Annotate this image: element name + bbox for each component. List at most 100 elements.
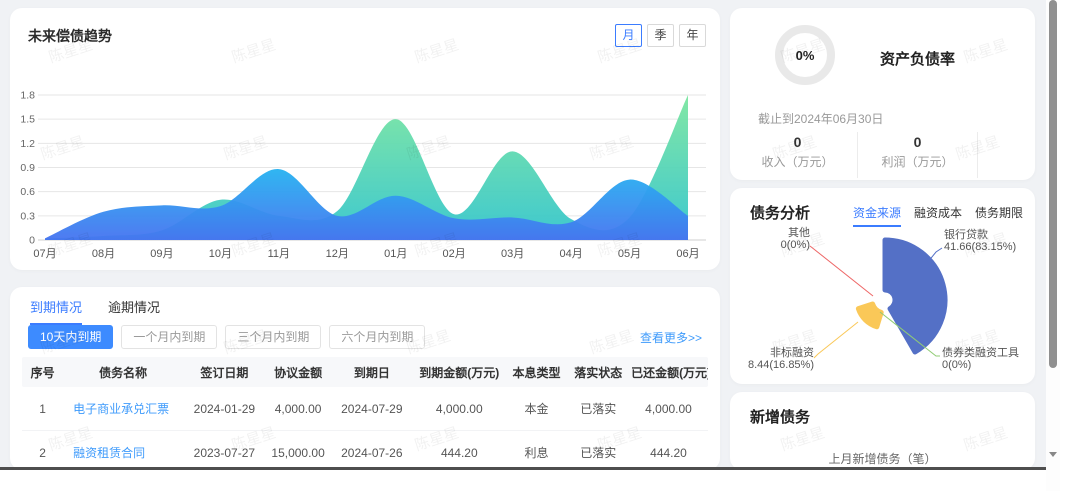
table-cell-r0-c8: 4,000.00 [629,402,708,416]
debt-table: 序号债务名称签订日期协议金额到期日到期金额(万元)本息类型落实状态已还金额(万元… [22,357,708,470]
stat-cell-0: 0收入（万元） [738,132,858,178]
column-header-5: 到期金额(万元) [413,364,506,381]
maturity-card: 到期情况逾期情况 10天内到期一个月内到期三个月内到期六个月内到期 查看更多>>… [10,287,720,470]
pie-slice-bank-loan[interactable] [885,240,945,352]
column-header-7: 落实状态 [567,364,629,381]
table-cell-r0-c1: 电子商业承兑汇票 [63,400,183,417]
filter-button-2[interactable]: 三个月内到期 [225,325,321,349]
x-axis-tick: 05月 [618,248,641,260]
ratio-title: 资产负债率 [880,48,955,69]
period-toggle-group: 月季年 [610,24,706,47]
y-axis-tick: 0 [29,235,35,247]
table-cell-r1-c6: 利息 [506,444,568,461]
column-header-0: 序号 [22,364,63,381]
pie-label-other-name: 其他 [788,226,810,239]
y-axis-tick: 0.9 [20,162,35,174]
ratio-stats-row: 0收入（万元）0利润（万元） [738,132,1046,178]
x-axis-tick: 04月 [559,248,582,260]
ratio-gauge: 0% [774,24,836,86]
new-debt-caption: 上月新增债务（笔） [730,450,1035,467]
tab-maturity-1[interactable]: 逾期情况 [108,297,160,325]
debt-name-link[interactable]: 融资租赁合同 [73,444,181,461]
view-more-link[interactable]: 查看更多>> [640,329,702,346]
dashboard-main: 未来偿债趋势 月季年 00.30.60.91.21.51.807月08月09月1… [0,0,1046,470]
y-axis-tick: 1.2 [20,138,35,150]
table-cell-r0-c6: 本金 [506,400,568,417]
y-axis-tick: 0.3 [20,210,35,222]
ratio-gauge-value: 0% [774,24,836,86]
x-axis-tick: 03月 [501,248,524,260]
filter-button-3[interactable]: 六个月内到期 [329,325,425,349]
table-row: 1电子商业承兑汇票2024-01-294,000.002024-07-294,0… [22,387,708,431]
table-cell-r1-c3: 15,000.00 [266,446,331,460]
x-axis-tick: 07月 [33,248,56,260]
x-axis-tick: 01月 [384,248,407,260]
column-header-1: 债务名称 [63,364,183,381]
pie-label-bank-loan-value: 41.66(83.15%) [944,241,1016,253]
table-cell-r0-c4: 2024-07-29 [331,402,413,416]
pie-label-bond-name: 债券类融资工具 [942,345,1019,359]
y-axis-tick: 1.8 [20,90,35,102]
table-row: 2融资租赁合同2023-07-2715,000.002024-07-26444.… [22,431,708,470]
tab-analysis-1[interactable]: 融资成本 [914,204,962,227]
scrollbar-down-arrow-icon[interactable] [1049,452,1057,457]
x-axis-tick: 12月 [326,248,349,260]
tab-maturity-0[interactable]: 到期情况 [30,297,82,325]
table-cell-r1-c7: 已落实 [567,444,629,461]
debt-name-link[interactable]: 电子商业承兑汇票 [73,400,181,417]
table-cell-r1-c4: 2024-07-26 [331,446,413,460]
table-cell-r0-c5: 4,000.00 [413,402,506,416]
table-cell-r0-c7: 已落实 [567,400,629,417]
analysis-card: 债务分析 资金来源融资成本债务期限 其他0(0%)银行贷款41.66(83.15… [730,188,1035,384]
table-cell-r1-c8: 444.20 [629,446,708,460]
period-toggle-2[interactable]: 年 [679,24,706,47]
table-header-row: 序号债务名称签订日期协议金额到期日到期金额(万元)本息类型落实状态已还金额(万元… [22,357,708,387]
pie-label-other-value: 0(0%) [781,239,810,251]
table-cell-r1-c5: 444.20 [413,446,506,460]
filter-button-0[interactable]: 10天内到期 [28,325,113,349]
stat-value: 0 [858,134,977,150]
leader-other [810,246,873,296]
column-header-3: 协议金额 [266,364,331,381]
table-cell-r0-c0: 1 [22,402,63,416]
period-toggle-0[interactable]: 月 [615,24,642,47]
ratio-card: 0% 资产负债率 截止到2024年06月30日 0收入（万元）0利润（万元） [730,8,1035,180]
x-axis-tick: 08月 [92,248,115,260]
scrollbar-thumb[interactable] [1049,0,1057,368]
stat-cell-empty [978,132,1046,178]
trend-card-title: 未来偿债趋势 [28,26,112,46]
vertical-scrollbar[interactable] [1046,0,1060,491]
ratio-as-of-date: 截止到2024年06月30日 [758,110,883,127]
maturity-tabs: 到期情况逾期情况 [30,297,186,325]
column-header-2: 签订日期 [183,364,265,381]
y-axis-tick: 0.6 [20,186,35,198]
trend-card: 未来偿债趋势 月季年 00.30.60.91.21.51.807月08月09月1… [10,8,720,270]
table-cell-r1-c0: 2 [22,446,63,460]
frame-bottom-border [0,467,1046,470]
pie-label-bank-loan-name: 银行贷款 [944,227,988,241]
new-debt-title: 新增债务 [750,406,810,427]
x-axis-tick: 10月 [209,248,232,260]
column-header-4: 到期日 [331,364,413,381]
stat-cell-1: 0利润（万元） [858,132,978,178]
tab-analysis-2[interactable]: 债务期限 [975,204,1023,227]
table-cell-r0-c2: 2024-01-29 [183,402,265,416]
analysis-tabs: 资金来源融资成本债务期限 [840,204,1023,227]
x-axis-tick: 11月 [268,248,290,260]
pie-slice-nonstandard[interactable] [858,304,881,327]
filter-button-1[interactable]: 一个月内到期 [121,325,217,349]
new-debt-card: 新增债务 上月新增债务（笔） [730,392,1035,470]
trend-area-chart: 00.30.60.91.21.51.807月08月09月10月11月12月01月… [10,58,720,266]
x-axis-tick: 06月 [676,248,699,260]
tab-analysis-0[interactable]: 资金来源 [853,204,901,227]
stat-value: 0 [738,134,857,150]
column-header-6: 本息类型 [506,364,568,381]
table-cell-r0-c3: 4,000.00 [266,402,331,416]
pie-label-bond-value: 0(0%) [942,359,971,371]
funding-source-pie-chart: 其他0(0%)银行贷款41.66(83.15%)非标融资8.44(16.85%)… [730,226,1035,384]
x-axis-tick: 02月 [443,248,466,260]
pie-label-nonstandard-value: 8.44(16.85%) [748,359,814,371]
period-toggle-1[interactable]: 季 [647,24,674,47]
maturity-filters: 10天内到期一个月内到期三个月内到期六个月内到期 [28,325,433,349]
table-cell-r1-c2: 2023-07-27 [183,446,265,460]
